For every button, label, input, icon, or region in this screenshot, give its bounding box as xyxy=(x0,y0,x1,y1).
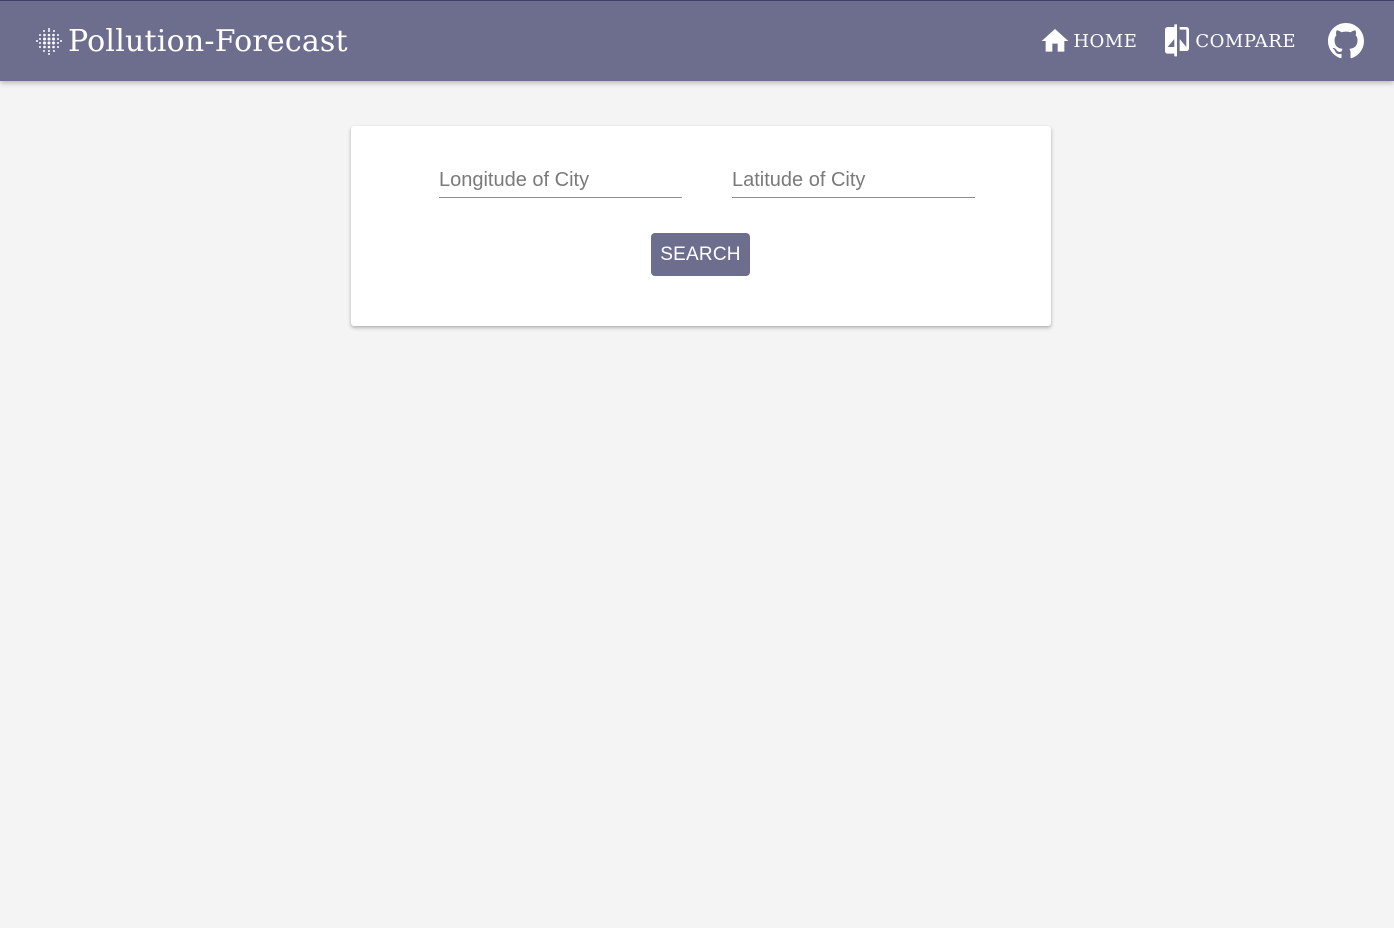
search-button[interactable]: SEARCH xyxy=(651,233,750,276)
dotted-grid-logo-icon xyxy=(36,28,62,55)
longitude-input[interactable] xyxy=(439,164,682,198)
brand-link[interactable]: Pollution-Forecast xyxy=(34,21,348,61)
latitude-input[interactable] xyxy=(732,164,975,198)
nav-github-link[interactable] xyxy=(1328,23,1364,59)
latitude-field xyxy=(732,164,975,198)
nav-compare-label: COMPARE xyxy=(1195,30,1296,52)
nav-compare-link[interactable]: COMPARE xyxy=(1161,23,1296,59)
longitude-field xyxy=(439,164,682,198)
nav-home-link[interactable]: HOME xyxy=(1039,25,1137,57)
github-icon xyxy=(1328,23,1364,59)
search-card: SEARCH xyxy=(351,126,1051,326)
compare-icon xyxy=(1165,24,1190,57)
nav-links: HOME COMPARE xyxy=(1039,19,1364,63)
home-icon xyxy=(1042,29,1069,52)
nav-home-label: HOME xyxy=(1073,30,1138,52)
brand-title: Pollution-Forecast xyxy=(68,23,348,59)
top-navbar: Pollution-Forecast HOME COMPARE xyxy=(0,0,1394,81)
